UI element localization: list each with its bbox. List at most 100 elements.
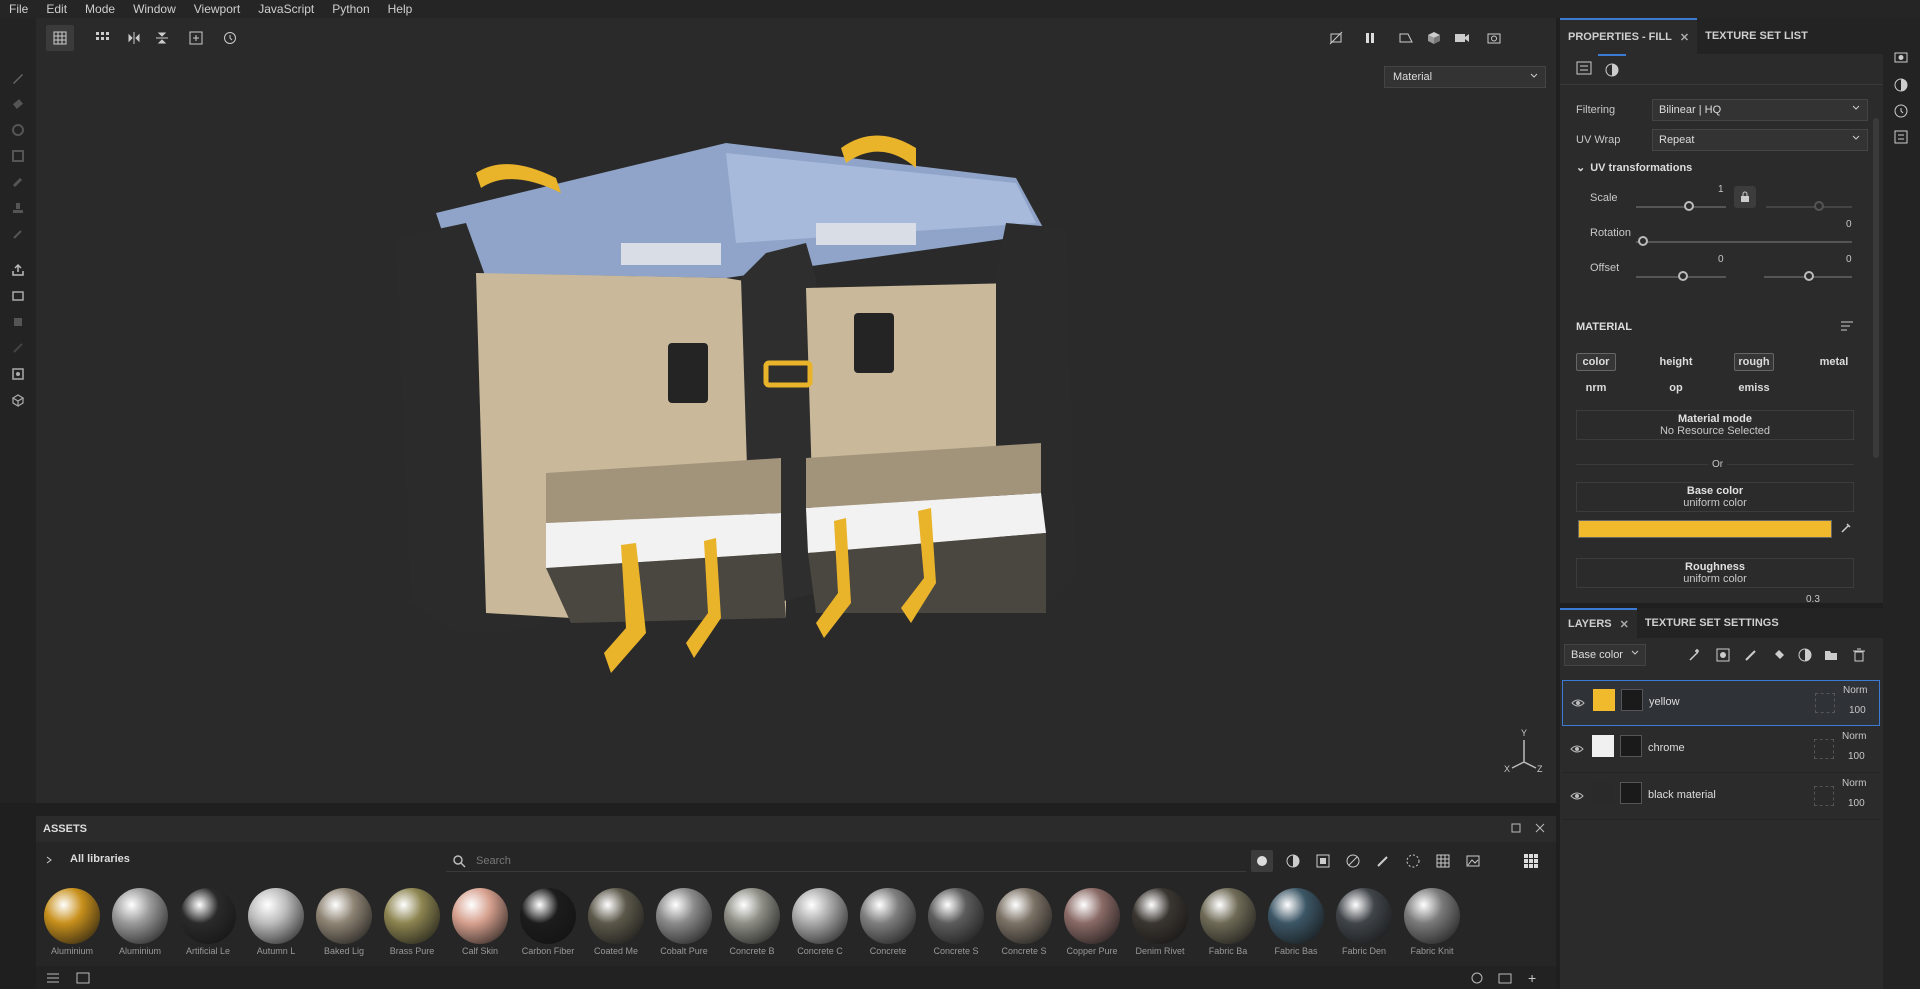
layer-effect-slot[interactable] xyxy=(1814,739,1834,759)
scale-slider-knob[interactable] xyxy=(1684,201,1694,211)
layer-opacity[interactable]: 100 xyxy=(1848,798,1865,809)
scale-v-slider[interactable] xyxy=(1766,206,1852,208)
grid-view-icon[interactable] xyxy=(1524,854,1538,871)
uvwrap-select[interactable]: Repeat xyxy=(1652,129,1868,151)
layer-name[interactable]: black material xyxy=(1648,789,1716,801)
channel-height-toggle[interactable]: height xyxy=(1656,353,1696,371)
bake-icon[interactable] xyxy=(8,286,28,306)
paint-brush-icon[interactable] xyxy=(8,68,28,88)
tab-texture-set-list[interactable]: TEXTURE SET LIST xyxy=(1697,18,1816,54)
maximize-icon[interactable] xyxy=(1510,822,1522,837)
display-mode-icon[interactable] xyxy=(1420,25,1448,51)
filter-alphas-icon[interactable] xyxy=(1406,854,1420,871)
channel-emiss-toggle[interactable]: emiss xyxy=(1734,379,1774,397)
blend-mode-select[interactable]: Norm xyxy=(1842,731,1866,742)
layer-mask-thumbnail[interactable] xyxy=(1621,689,1643,711)
layer-effect-slot[interactable] xyxy=(1814,786,1834,806)
polygon-fill-icon[interactable] xyxy=(8,146,28,166)
mirror-y-icon[interactable] xyxy=(148,25,176,51)
add-mask-icon[interactable] xyxy=(1716,648,1730,665)
hide-icon[interactable] xyxy=(1322,25,1350,51)
camera-view-icon[interactable] xyxy=(1392,25,1420,51)
asset-thumbnail[interactable]: Artificial Le xyxy=(180,888,236,958)
refresh-icon[interactable] xyxy=(1470,971,1484,988)
menu-python[interactable]: Python xyxy=(323,2,378,16)
lock-icon[interactable] xyxy=(1734,186,1756,208)
add-icon[interactable]: + xyxy=(1528,970,1536,986)
add-viewport-icon[interactable] xyxy=(182,25,210,51)
tab-properties-fill[interactable]: PROPERTIES - FILL ✕ xyxy=(1560,18,1698,54)
base-color-swatch[interactable] xyxy=(1578,520,1832,538)
shader-settings-icon[interactable] xyxy=(1894,78,1908,95)
close-tab-icon[interactable]: ✕ xyxy=(1680,31,1689,44)
display-settings-icon[interactable] xyxy=(8,364,28,384)
open-folder-icon[interactable] xyxy=(1498,971,1512,988)
eyedropper-icon[interactable] xyxy=(1840,522,1852,537)
layer-row[interactable]: black material Norm 100 xyxy=(1562,774,1880,820)
color-picker-icon[interactable] xyxy=(8,224,28,244)
base-color-slot[interactable]: Base color uniform color xyxy=(1576,482,1854,512)
add-effect-icon[interactable] xyxy=(1688,648,1702,665)
tab-texture-set-settings[interactable]: TEXTURE SET SETTINGS xyxy=(1637,608,1787,638)
offset-y-knob[interactable] xyxy=(1804,271,1814,281)
asset-thumbnail[interactable]: Copper Pure xyxy=(1064,888,1120,958)
material-list-icon[interactable] xyxy=(1840,320,1854,335)
pause-icon[interactable] xyxy=(1356,25,1384,51)
delete-layer-icon[interactable] xyxy=(1852,648,1866,665)
close-icon[interactable] xyxy=(1534,822,1546,837)
filter-textures-icon[interactable] xyxy=(1436,854,1450,871)
layer-name[interactable]: chrome xyxy=(1648,742,1685,754)
layer-row[interactable]: chrome Norm 100 xyxy=(1562,727,1880,773)
menu-window[interactable]: Window xyxy=(124,2,185,16)
layer-mask-thumbnail[interactable] xyxy=(1620,782,1642,804)
projection-icon[interactable] xyxy=(8,120,28,140)
clone-stamp-icon[interactable] xyxy=(8,198,28,218)
menu-mode[interactable]: Mode xyxy=(76,2,124,16)
menu-javascript[interactable]: JavaScript xyxy=(249,2,323,16)
asset-thumbnail[interactable]: Cobalt Pure xyxy=(656,888,712,958)
asset-thumbnail[interactable]: Concrete S xyxy=(996,888,1052,958)
filter-environments-icon[interactable] xyxy=(1466,854,1480,871)
video-camera-icon[interactable] xyxy=(1448,25,1476,51)
layer-mask-thumbnail[interactable] xyxy=(1620,735,1642,757)
asset-thumbnail[interactable]: Brass Pure xyxy=(384,888,440,958)
history-icon[interactable] xyxy=(1894,104,1908,121)
crate-model[interactable] xyxy=(396,113,1266,703)
filtering-select[interactable]: Bilinear | HQ xyxy=(1652,99,1868,121)
eye-icon[interactable] xyxy=(1570,790,1584,804)
chevron-right-icon[interactable] xyxy=(44,854,54,868)
layer-opacity[interactable]: 100 xyxy=(1848,751,1865,762)
eraser-icon[interactable] xyxy=(8,94,28,114)
rotation-slider[interactable] xyxy=(1636,241,1852,243)
library-selector[interactable]: All libraries xyxy=(70,853,130,865)
blend-mode-select[interactable]: Norm xyxy=(1843,685,1867,696)
channel-rough-toggle[interactable]: rough xyxy=(1734,353,1774,371)
rotation-slider-knob[interactable] xyxy=(1638,236,1648,246)
asset-thumbnail[interactable]: Concrete xyxy=(860,888,916,958)
material-mode-slot[interactable]: Material mode No Resource Selected xyxy=(1576,410,1854,440)
blend-mode-select[interactable]: Norm xyxy=(1842,778,1866,789)
asset-thumbnail[interactable]: Concrete B xyxy=(724,888,780,958)
layer-channel-select[interactable]: Base color xyxy=(1564,644,1646,666)
uv-transformations-toggle[interactable]: ⌄ UV transformations xyxy=(1576,161,1692,174)
smudge-icon[interactable] xyxy=(8,172,28,192)
export-icon[interactable] xyxy=(8,260,28,280)
uv-icon[interactable] xyxy=(8,338,28,358)
log-list-icon[interactable] xyxy=(1894,130,1908,147)
filter-generators-icon[interactable] xyxy=(1346,854,1360,871)
grid-options-icon[interactable] xyxy=(88,25,116,51)
asset-thumbnail[interactable]: Denim Rivet xyxy=(1132,888,1188,958)
channel-color-toggle[interactable]: color xyxy=(1576,353,1616,371)
layer-opacity[interactable]: 100 xyxy=(1849,705,1866,716)
channel-op-toggle[interactable]: op xyxy=(1656,379,1696,397)
asset-thumbnail[interactable]: Baked Lig xyxy=(316,888,372,958)
filter-materials-icon[interactable] xyxy=(1251,850,1273,872)
filter-smart-materials-icon[interactable] xyxy=(1286,854,1300,871)
layer-row[interactable]: yellow Norm 100 xyxy=(1562,680,1880,726)
add-smart-material-icon[interactable] xyxy=(1798,648,1812,665)
properties-scrollbar[interactable] xyxy=(1873,118,1879,458)
layer-name[interactable]: yellow xyxy=(1649,696,1680,708)
asset-thumbnail[interactable]: Carbon Fiber xyxy=(520,888,576,958)
offset-x-knob[interactable] xyxy=(1678,271,1688,281)
asset-thumbnail[interactable]: Fabric Knit xyxy=(1404,888,1460,958)
